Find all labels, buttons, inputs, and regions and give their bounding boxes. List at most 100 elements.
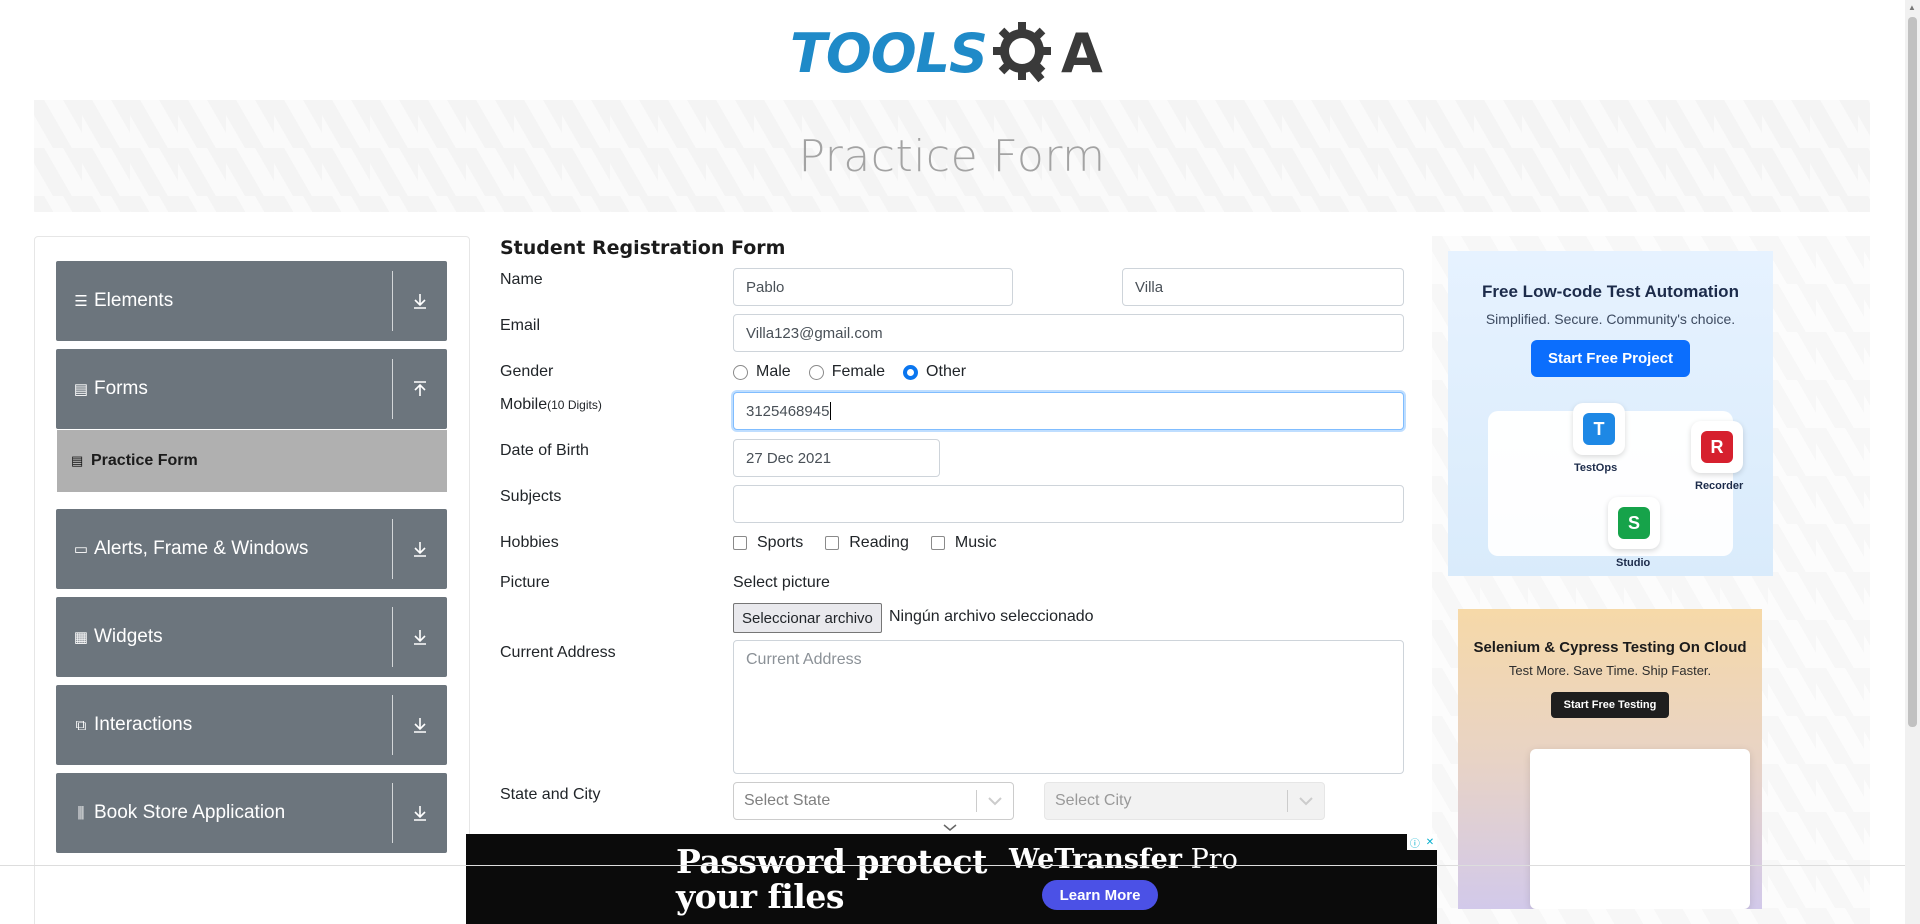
hobby-music[interactable]: Music [930,534,997,552]
email-input[interactable]: Villa123@gmail.com [733,314,1404,352]
ad-dashboard-illustration [1530,749,1750,909]
file-upload-button[interactable]: Seleccionar archivo [733,603,882,633]
mobile-hint: (10 Digits) [547,398,602,412]
testops-icon: T [1573,403,1625,455]
city-select[interactable]: Select City [1044,782,1325,820]
ad-headline: Password protect your files [676,842,987,916]
picture-label: Picture [500,574,550,591]
studio-icon: S [1608,497,1660,549]
select-picture-label: Select picture [733,574,830,591]
download-arrow-icon[interactable] [393,540,447,558]
download-arrow-icon[interactable] [393,716,447,734]
ad-cta-button[interactable]: Start Free Testing [1550,692,1670,718]
gender-radio-group: Male Female Other [733,363,984,381]
radio-button[interactable] [733,364,748,380]
window-icon: ▭ [73,541,89,558]
hobbies-label: Hobbies [500,534,559,551]
tile-label: Studio [1616,557,1651,569]
sidebar-group-elements[interactable]: ☰ Elements [56,261,447,341]
bottom-ad-banner[interactable]: Password protect your files WeTransfer Pr… [466,834,1437,924]
state-city-label: State and City [500,786,601,803]
hobby-reading[interactable]: Reading [825,534,909,552]
mobile-input[interactable]: 3125468945 [733,392,1404,430]
checkbox[interactable] [733,536,747,550]
sidebar-group-label: Book Store Application [94,802,286,823]
address-label: Current Address [500,644,616,661]
city-select-placeholder: Select City [1055,792,1132,809]
subjects-input[interactable] [733,485,1404,523]
ad-cta-button[interactable]: Start Free Project [1530,340,1691,377]
sidebar-group-label: Elements [94,290,174,311]
scrollbar[interactable]: ▲ [1905,0,1920,924]
hobby-sports[interactable]: Sports [733,534,803,552]
hobbies-checkbox-group: Sports Reading Music [733,534,1015,552]
sidebar-group-label: Interactions [94,714,193,735]
upload-arrow-icon[interactable] [393,380,447,398]
tile-label: Recorder [1695,480,1744,492]
dob-label: Date of Birth [500,442,589,459]
adchoices-icon[interactable]: ⓘ ✕ [1407,834,1437,850]
ad-title: Selenium & Cypress Testing On Cloud [1473,639,1747,656]
logo-suffix: A [1060,21,1103,85]
download-arrow-icon[interactable] [393,804,447,822]
ad-lambdatest[interactable]: Selenium & Cypress Testing On Cloud Test… [1458,609,1762,909]
document-icon: ▤ [73,381,89,398]
download-arrow-icon[interactable] [393,292,447,310]
chevron-down-icon [1288,796,1324,806]
radio-button[interactable] [808,364,824,380]
mobile-label: Mobile(10 Digits) [500,396,602,413]
first-name-input[interactable]: Pablo [733,268,1013,306]
grid-icon: ▦ [73,629,89,646]
sidebar-group-forms[interactable]: ▤ Forms [56,349,447,429]
sidebar-group-label: Alerts, Frame & Windows [94,538,309,559]
ad-brand: WeTransfer Pro [1009,844,1238,875]
form-title: Student Registration Form [500,237,786,259]
recorder-icon: R [1691,421,1743,473]
sidebar-item-practice-form[interactable]: ▤ Practice Form [57,430,447,492]
file-status: Ningún archivo seleccionado [889,608,1094,625]
checkbox[interactable] [930,536,945,550]
checkbox[interactable] [825,536,840,550]
email-label: Email [500,317,541,334]
logo-text: TOOLS [790,21,988,85]
gear-magnifier-icon [992,22,1051,83]
sidebar-group-interactions[interactable]: ⧉ Interactions [56,685,447,765]
ad-katalon[interactable]: Free Low-code Test Automation Simplified… [1448,251,1773,576]
subjects-label: Subjects [500,488,562,505]
toolsqa-logo[interactable]: TOOLS A [790,14,1103,92]
hamburger-icon: ☰ [74,293,88,310]
name-label: Name [500,271,543,288]
ad-subtitle: Test More. Save Time. Ship Faster. [1508,663,1712,678]
ad-subtitle: Simplified. Secure. Community's choice. [1485,311,1736,327]
ad-title: Free Low-code Test Automation [1482,282,1739,301]
scrollbar-thumb[interactable] [1908,17,1917,727]
sidebar-group-label: Widgets [94,626,163,647]
sidebar-group-alerts[interactable]: ▭ Alerts, Frame & Windows [56,509,447,589]
tile-label: TestOps [1574,462,1618,474]
gender-label: Gender [500,363,554,380]
sidebar-item-label: Practice Form [91,452,198,469]
scroll-up-icon[interactable]: ▲ [1908,3,1916,12]
gender-option-male[interactable]: Male [733,363,791,381]
sidebar: ☰ Elements ▤ Forms ▤ Practice Form ▭ Ale… [34,236,470,924]
gender-option-female[interactable]: Female [808,363,885,381]
radio-button-selected[interactable] [903,364,919,380]
interaction-icon: ⧉ [75,716,87,734]
books-icon: ⫼ [77,804,85,822]
text-caret [830,402,832,420]
state-select[interactable]: Select State [733,782,1014,820]
chevron-down-icon [977,796,1013,806]
last-name-input[interactable]: Villa [1122,268,1404,306]
date-of-birth-input[interactable]: 27 Dec 2021 [733,439,940,477]
current-address-textarea[interactable]: Current Address [733,640,1404,774]
page-title: Practice Form [798,130,1106,182]
document-icon: ▤ [71,453,84,468]
download-arrow-icon[interactable] [393,628,447,646]
page-banner: Practice Form [34,100,1870,212]
sidebar-group-label: Forms [94,378,148,399]
sidebar-group-book-store[interactable]: ⫼ Book Store Application [56,773,447,853]
state-select-placeholder: Select State [744,792,831,809]
sidebar-group-widgets[interactable]: ▦ Widgets [56,597,447,677]
gender-option-other[interactable]: Other [903,363,966,381]
learn-more-button[interactable]: Learn More [1042,880,1158,910]
